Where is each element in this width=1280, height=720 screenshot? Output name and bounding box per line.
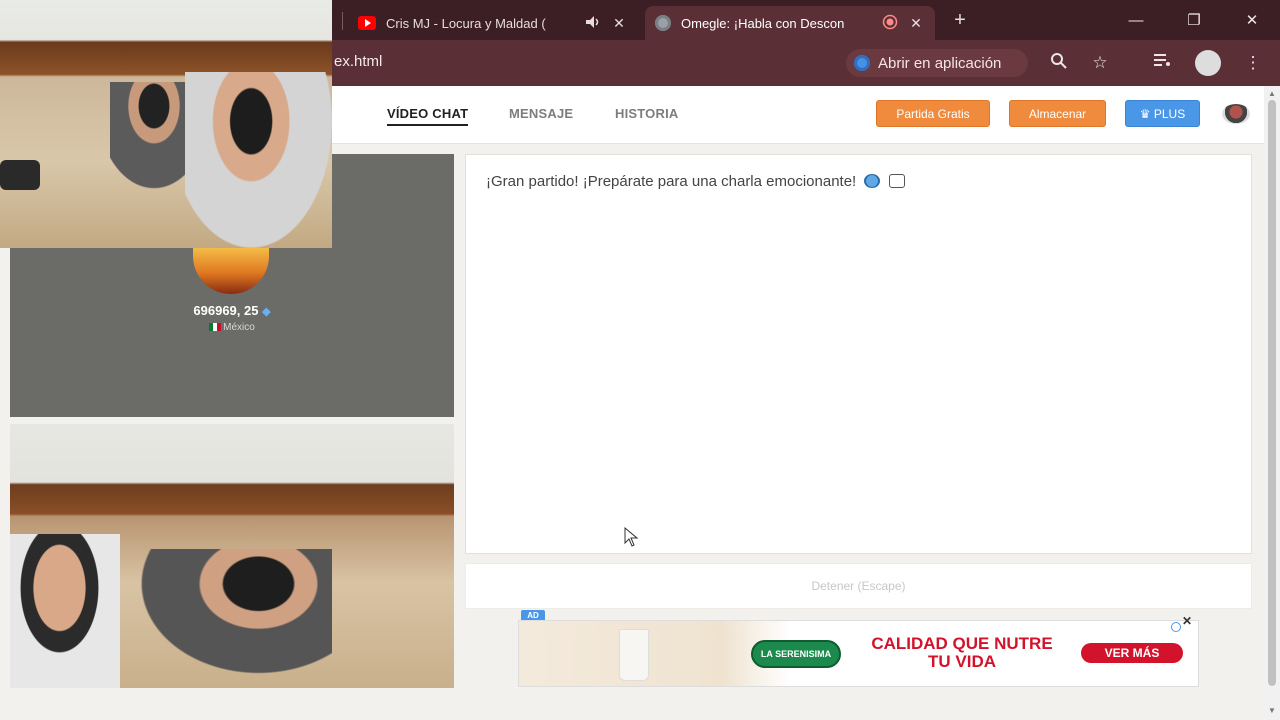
media-control-icon[interactable]	[1151, 52, 1173, 74]
video-person	[10, 534, 120, 688]
ad-close-icon[interactable]: ✕	[1182, 614, 1192, 628]
crown-icon: ♛	[1139, 107, 1154, 121]
speaker-icon[interactable]	[584, 15, 602, 32]
address-bar[interactable]: ex.html	[334, 53, 382, 70]
close-window-icon[interactable]: ✕	[1224, 0, 1280, 40]
screen: Cris MJ - Locura y Maldad ( ✕ Omegle: ¡H…	[0, 0, 1280, 720]
app-icon	[854, 55, 870, 71]
chat-panel: ¡Gran partido! ¡Prepárate para una charl…	[465, 154, 1252, 554]
stranger-country-text: México	[223, 322, 255, 333]
milk-glass-image	[619, 629, 649, 681]
tab-title: Omegle: ¡Habla con Descon	[681, 15, 845, 31]
chat-message-text: ¡Gran partido! ¡Prepárate para una charl…	[486, 173, 857, 190]
stop-button[interactable]: Detener (Escape)	[465, 563, 1252, 609]
close-tab-icon[interactable]: ✕	[907, 15, 925, 32]
self-video	[10, 424, 454, 688]
nav-mensaje[interactable]: MENSAJE	[509, 106, 573, 121]
user-avatar[interactable]	[1222, 104, 1250, 124]
youtube-icon	[358, 16, 376, 30]
stranger-name-text: 696969, 25	[193, 303, 259, 318]
globe-icon	[655, 15, 671, 31]
speech-bubble-emoji-icon	[888, 174, 905, 188]
tab-youtube[interactable]: Cris MJ - Locura y Maldad ( ✕	[348, 6, 638, 40]
nav-historia[interactable]: HISTORIA	[615, 106, 678, 121]
chat-message: ¡Gran partido! ¡Prepárate para una charl…	[486, 173, 905, 190]
close-tab-icon[interactable]: ✕	[610, 15, 628, 32]
scroll-up-icon[interactable]: ▲	[1268, 89, 1276, 98]
page-scrollbar[interactable]: ▲ ▼	[1264, 86, 1280, 720]
stranger-avatar	[193, 246, 269, 294]
tab-omegle[interactable]: Omegle: ¡Habla con Descon ✕	[645, 6, 935, 40]
video-object	[0, 160, 40, 190]
stranger-name: 696969, 25 ◆	[10, 303, 454, 318]
restore-icon[interactable]: ❐	[1166, 0, 1222, 40]
open-in-app-label: Abrir en aplicación	[878, 54, 1002, 72]
video-person	[185, 72, 332, 248]
menu-kebab-icon[interactable]: ⋮	[1242, 52, 1264, 74]
minimize-icon[interactable]: —	[1108, 0, 1164, 40]
video-person	[122, 549, 332, 688]
tab-separator	[342, 12, 343, 30]
ad-info-icon[interactable]	[1171, 622, 1181, 632]
ad-brand-logo: LA SERENISIMA	[751, 640, 841, 668]
tab-title: Cris MJ - Locura y Maldad (	[386, 15, 546, 31]
ad-headline: CALIDAD QUE NUTRE TU VIDA	[871, 634, 1053, 671]
plus-label: PLUS	[1153, 107, 1186, 121]
plus-button[interactable]: ♛ PLUS	[1125, 100, 1200, 127]
bookmark-star-icon[interactable]: ☆	[1089, 52, 1111, 74]
stranger-country: México	[10, 322, 454, 333]
nav-video-chat[interactable]: VÍDEO CHAT	[387, 106, 469, 126]
profile-avatar[interactable]	[1195, 50, 1221, 76]
webcam-overlay	[0, 0, 332, 248]
scroll-down-icon[interactable]: ▼	[1268, 706, 1276, 715]
globe-emoji-icon	[864, 174, 881, 188]
recording-icon	[881, 14, 899, 33]
partida-gratis-button[interactable]: Partida Gratis	[876, 100, 990, 127]
new-tab-icon[interactable]: +	[948, 8, 972, 32]
open-in-app-button[interactable]: Abrir en aplicación	[846, 49, 1028, 77]
scrollbar-thumb[interactable]	[1268, 100, 1276, 686]
ad-cta-button[interactable]: VER MÁS	[1081, 643, 1183, 663]
site-nav: VÍDEO CHAT MENSAJE HISTORIA Partida Grat…	[332, 86, 1264, 144]
mexico-flag-icon	[209, 323, 222, 332]
almacenar-button[interactable]: Almacenar	[1009, 100, 1106, 127]
zoom-icon[interactable]	[1048, 52, 1070, 74]
ad-banner[interactable]: LA SERENISIMA CALIDAD QUE NUTRE TU VIDA …	[518, 620, 1199, 687]
verified-icon: ◆	[262, 306, 271, 318]
